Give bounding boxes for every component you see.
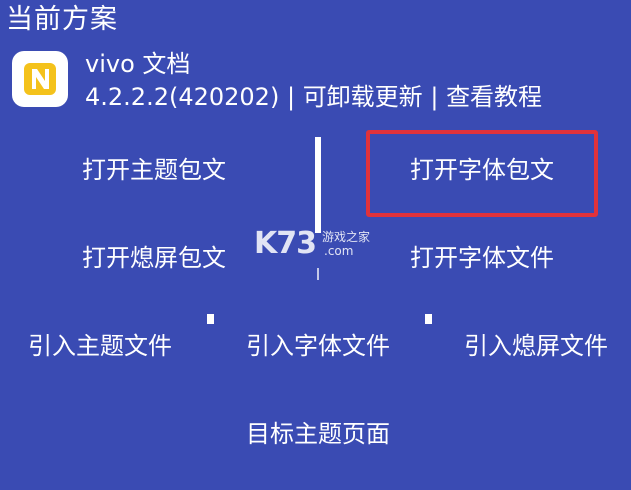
- watermark-brand: K73: [254, 226, 317, 261]
- app-meta-row: 4.2.2.2(420202) | 可卸载更新 | 查看教程: [85, 81, 542, 113]
- open-font-file-button[interactable]: 打开字体文件: [410, 242, 554, 274]
- page-title: 当前方案: [6, 4, 118, 35]
- watermark-domain: .com: [324, 244, 354, 258]
- import-font-file-button[interactable]: 引入字体文件: [246, 330, 390, 362]
- import-theme-file-button[interactable]: 引入主题文件: [28, 330, 172, 362]
- open-font-package-button[interactable]: 打开字体包文: [410, 154, 554, 186]
- app-version: 4.2.2.2(420202): [85, 83, 280, 111]
- watermark: K73 游戏之家 .com: [254, 226, 384, 276]
- watermark-tick: [317, 268, 319, 280]
- divider-line: [315, 137, 321, 233]
- uninstall-update-link[interactable]: 可卸载更新: [303, 83, 423, 111]
- watermark-cn: 游戏之家: [322, 230, 371, 244]
- meta-separator: |: [430, 83, 439, 111]
- app-logo-icon: [24, 63, 56, 95]
- open-theme-package-button[interactable]: 打开主题包文: [82, 154, 226, 186]
- vivo-docs-app-icon[interactable]: [12, 51, 68, 107]
- import-screen-off-file-button[interactable]: 引入熄屏文件: [464, 330, 608, 362]
- target-theme-page-button[interactable]: 目标主题页面: [246, 418, 390, 450]
- app-name: vivo 文档: [85, 50, 191, 78]
- separator-dot: [207, 314, 214, 324]
- separator-dot: [425, 314, 432, 324]
- open-screen-off-package-button[interactable]: 打开熄屏包文: [82, 242, 226, 274]
- meta-separator: |: [286, 83, 296, 111]
- view-tutorial-link[interactable]: 查看教程: [446, 83, 542, 111]
